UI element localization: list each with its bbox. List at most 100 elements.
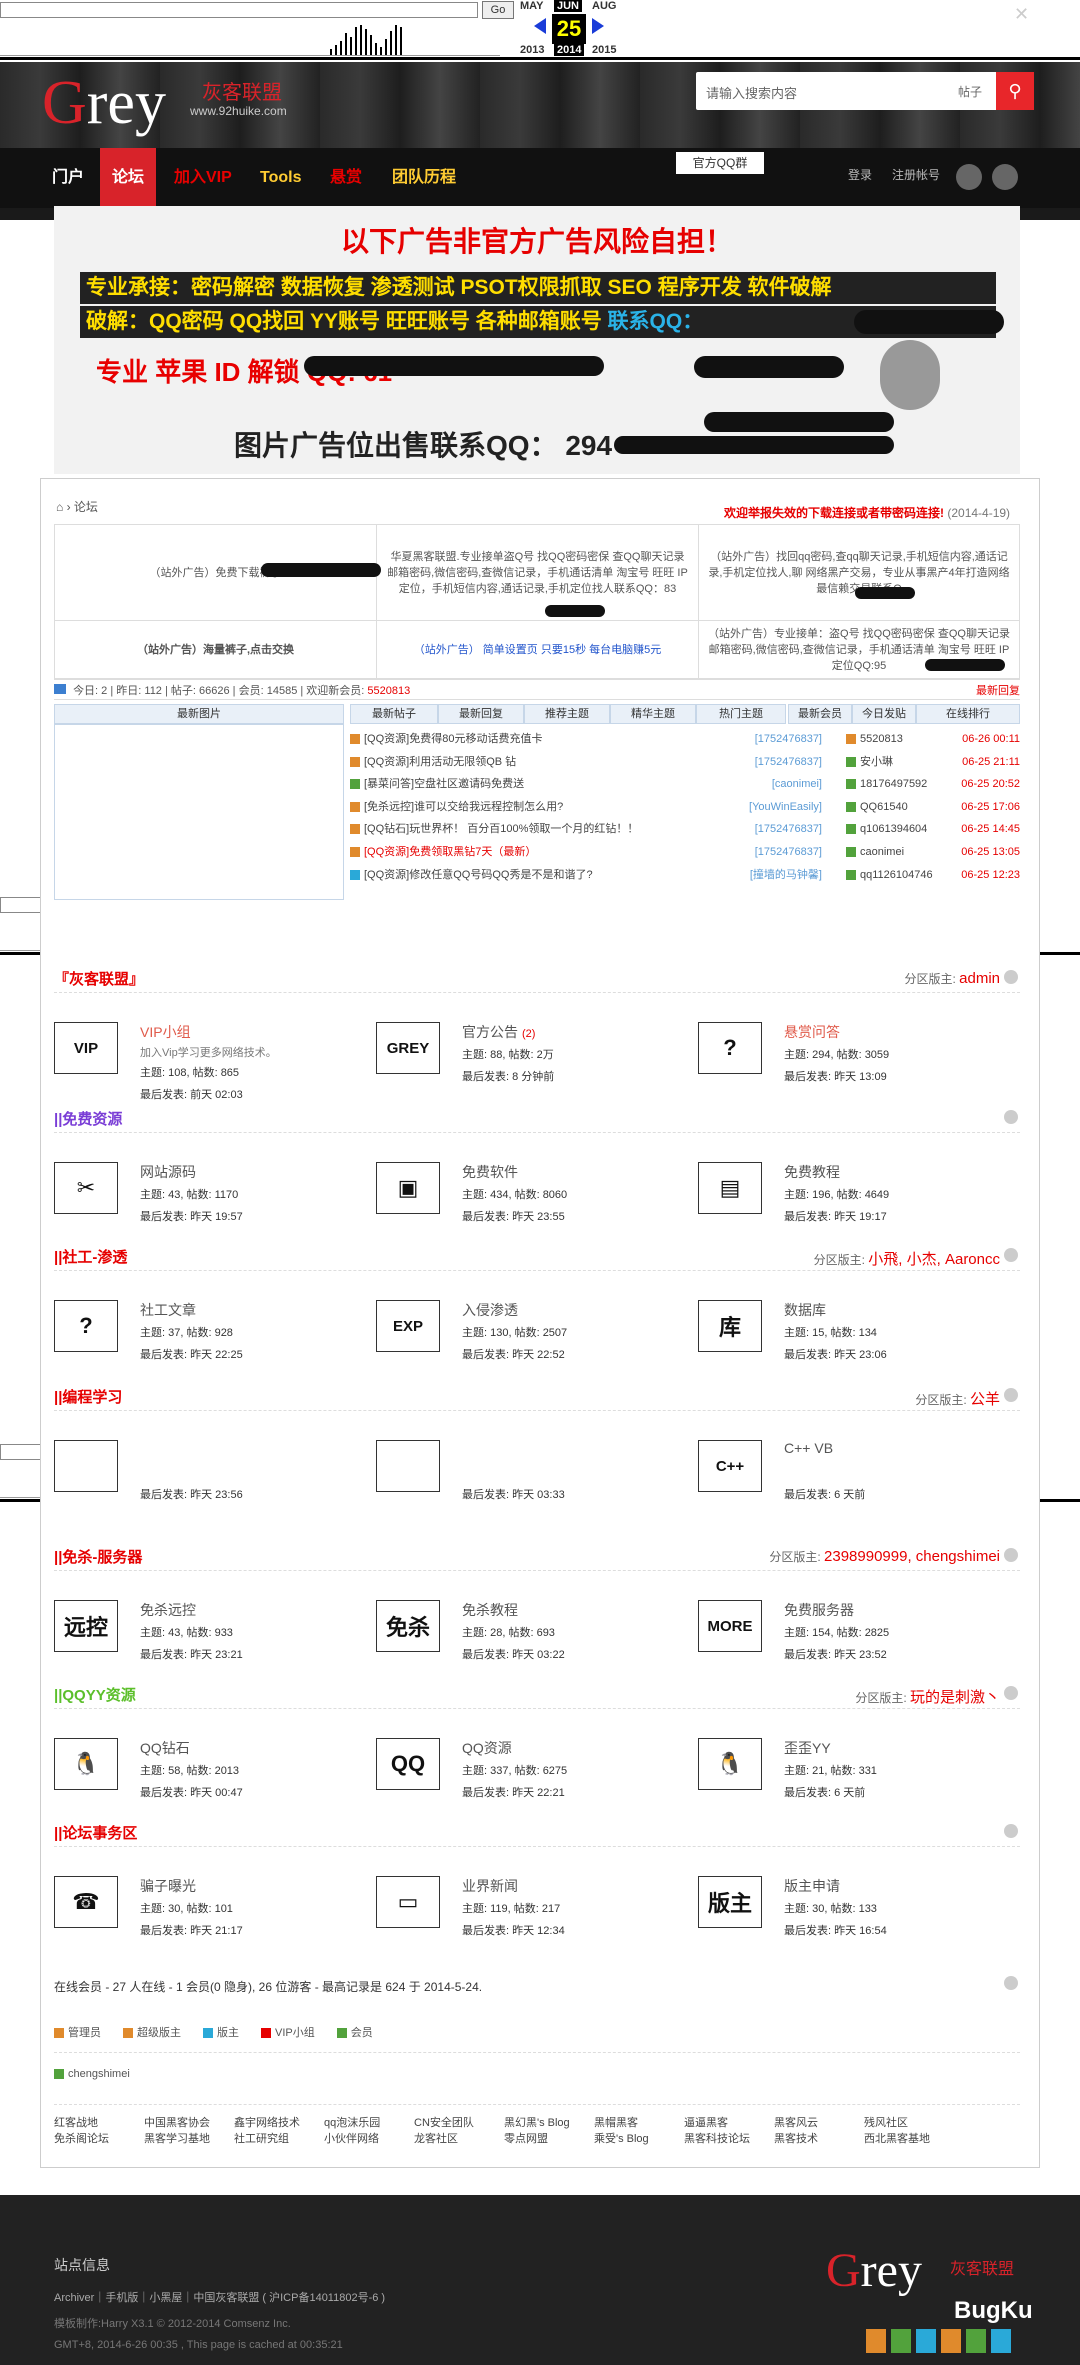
qq-login-icon[interactable] [956, 164, 982, 190]
forum-board[interactable]: 库 数据库 主题: 15, 帖数: 134 最后发表: 昨天 23:06 [698, 1300, 998, 1390]
forum-board[interactable]: 🐧 歪歪YY 主题: 21, 帖数: 331 最后发表: 6 天前 [698, 1738, 998, 1828]
friend-link[interactable]: 黑幻黑's Blog [504, 2114, 570, 2130]
moderator-link[interactable]: 2398990999, chengshimei [824, 1548, 1000, 1565]
moderator-link[interactable]: 小飛, 小杰, Aaroncc [868, 1251, 1000, 1268]
board-icon[interactable]: 版主 [698, 1876, 762, 1928]
collapse-icon[interactable] [1004, 1248, 1018, 1262]
forum-board[interactable]: ✂ 网站源码 主题: 43, 帖数: 1170 最后发表: 昨天 19:57 [54, 1162, 354, 1252]
search-input[interactable]: 请输入搜索内容 [706, 83, 797, 102]
qq-group-button[interactable]: 官方QQ群 [676, 152, 764, 174]
board-icon[interactable] [54, 1440, 118, 1492]
wayback-month[interactable]: MAY [520, 0, 543, 12]
wayback-month[interactable]: JUN [554, 0, 583, 12]
member-row[interactable]: 5520813 06-26 00:11 [846, 728, 1020, 751]
friend-link[interactable]: 红客战地 [54, 2114, 98, 2130]
home-icon[interactable]: ⌂ [56, 500, 63, 514]
board-last-post[interactable]: 最后发表: 昨天 22:52 [462, 1346, 565, 1362]
nav-item[interactable]: 团队历程 [380, 148, 468, 208]
member-row[interactable]: 安小琳 06-25 21:11 [846, 751, 1020, 774]
portal-tab[interactable]: 热门主题 [696, 704, 786, 724]
board-name[interactable]: 免费软件 [462, 1162, 518, 1182]
board-icon[interactable]: ▤ [698, 1162, 762, 1214]
board-last-post[interactable]: 最后发表: 昨天 22:25 [140, 1346, 243, 1362]
board-name[interactable]: VIP小组 [140, 1022, 191, 1042]
board-icon[interactable]: 远控 [54, 1600, 118, 1652]
board-last-post[interactable]: 最后发表: 昨天 19:17 [784, 1208, 887, 1224]
board-name[interactable]: 免杀远控 [140, 1600, 196, 1620]
wayback-go-button[interactable]: Go [482, 1, 514, 19]
member-row[interactable]: 18176497592 06-25 20:52 [846, 773, 1020, 796]
portal-tab[interactable]: 最新会员 [788, 704, 852, 724]
close-icon[interactable]: ✕ [1014, 4, 1029, 25]
portal-tab[interactable]: 今日发贴 [852, 704, 916, 724]
portal-tab[interactable]: 精华主题 [610, 704, 696, 724]
board-icon[interactable]: MORE [698, 1600, 762, 1652]
forum-board[interactable]: C++ C++ VB 最后发表: 6 天前 [698, 1440, 998, 1530]
board-name[interactable]: 官方公告 (2) [462, 1022, 535, 1042]
board-last-post[interactable]: 最后发表: 昨天 21:17 [140, 1922, 243, 1938]
forum-board[interactable]: 远控 免杀远控 主题: 43, 帖数: 933 最后发表: 昨天 23:21 [54, 1600, 354, 1690]
friend-link[interactable]: qq泡沫乐园 [324, 2114, 380, 2130]
friend-link[interactable]: 黑客技术 [774, 2130, 818, 2146]
wayback-year[interactable]: 2014 [554, 44, 585, 56]
section-title[interactable]: 『灰客联盟』 [54, 968, 144, 989]
forum-board[interactable]: 版主 版主申请 主题: 30, 帖数: 133 最后发表: 昨天 16:54 [698, 1876, 998, 1966]
board-name[interactable]: 网站源码 [140, 1162, 196, 1182]
portal-tab[interactable]: 最新帖子 [350, 704, 438, 724]
footer-links[interactable]: Archiver｜手机版｜小黑屋｜中国灰客联盟 ( 沪ICP备14011802号… [54, 2289, 385, 2305]
board-name[interactable]: 业界新闻 [462, 1876, 518, 1896]
search-box[interactable]: 请输入搜索内容 帖子 ⚲ [696, 72, 1034, 110]
collapse-icon[interactable] [1004, 1976, 1018, 1990]
board-icon[interactable]: ☎ [54, 1876, 118, 1928]
register-link[interactable]: 注册帐号 [892, 166, 940, 183]
board-name[interactable]: 社工文章 [140, 1300, 196, 1320]
forum-board[interactable]: ▤ 免费教程 主题: 196, 帖数: 4649 最后发表: 昨天 19:17 [698, 1162, 998, 1252]
weibo-login-icon[interactable] [992, 164, 1018, 190]
friend-link[interactable]: 小伙伴网络 [324, 2130, 379, 2146]
forum-board[interactable]: 最后发表: 昨天 03:33 [376, 1440, 676, 1530]
friend-link[interactable]: 龙客社区 [414, 2130, 458, 2146]
section-title[interactable]: ||QQYY资源 [54, 1684, 136, 1705]
board-last-post[interactable]: 最后发表: 昨天 12:34 [462, 1922, 565, 1938]
search-type-select[interactable]: 帖子 [958, 83, 982, 100]
forum-board[interactable]: ▭ 业界新闻 主题: 119, 帖数: 217 最后发表: 昨天 12:34 [376, 1876, 676, 1966]
ad-banner[interactable]: 以下广告非官方广告风险自担！ 专业承接：密码解密 数据恢复 渗透测试 PSOT权… [54, 206, 1020, 474]
board-last-post[interactable]: 最后发表: 8 分钟前 [462, 1068, 554, 1084]
thread-row[interactable]: [QQ资源]利用活动无限领QB 钻 [1752476837] [350, 751, 822, 774]
newest-member-link[interactable]: 5520813 [367, 685, 410, 697]
site-logo[interactable]: Grey [42, 68, 166, 139]
moderator-link[interactable]: 玩的是刺激丶 [910, 1689, 1000, 1706]
friend-link[interactable]: 西北黑客基地 [864, 2130, 930, 2146]
breadcrumb[interactable]: ⌂ › 论坛 [56, 498, 98, 515]
friend-link[interactable]: 鑫宇网络技术 [234, 2114, 300, 2130]
board-icon[interactable]: ▣ [376, 1162, 440, 1214]
moderator-link[interactable]: admin [959, 970, 1000, 987]
forum-board[interactable]: ? 社工文章 主题: 37, 帖数: 928 最后发表: 昨天 22:25 [54, 1300, 354, 1390]
thread-row[interactable]: [免杀远控]谁可以交给我远程控制怎么用? [YouWinEasily] [350, 796, 822, 819]
wayback-year[interactable]: 2013 [520, 44, 544, 56]
friend-link[interactable]: 黑客学习基地 [144, 2130, 210, 2146]
collapse-icon[interactable] [1004, 1686, 1018, 1700]
board-icon[interactable]: ▭ [376, 1876, 440, 1928]
portal-tab[interactable]: 最新回复 [438, 704, 524, 724]
board-last-post[interactable]: 最后发表: 昨天 23:56 [140, 1486, 243, 1502]
board-icon[interactable]: EXP [376, 1300, 440, 1352]
forum-board[interactable]: QQ QQ资源 主题: 337, 帖数: 6275 最后发表: 昨天 22:21 [376, 1738, 676, 1828]
board-last-post[interactable]: 最后发表: 昨天 23:55 [462, 1208, 565, 1224]
section-title[interactable]: ||免费资源 [54, 1108, 122, 1129]
board-last-post[interactable]: 最后发表: 前天 02:03 [140, 1086, 243, 1102]
site-ad-cell[interactable]: （站外广告）找回qq密码,查qq聊天记录,手机短信内容,通话记录,手机定位找人,… [699, 525, 1019, 621]
board-icon[interactable]: ? [54, 1300, 118, 1352]
board-last-post[interactable]: 最后发表: 昨天 23:06 [784, 1346, 887, 1362]
friend-link[interactable]: 中国黑客协会 [144, 2114, 210, 2130]
section-title[interactable]: ||论坛事务区 [54, 1822, 137, 1843]
friend-link[interactable]: 逼逼黑客 [684, 2114, 728, 2130]
friend-link[interactable]: 残风社区 [864, 2114, 908, 2130]
board-icon[interactable]: GREY [376, 1022, 440, 1074]
board-icon[interactable]: QQ [376, 1738, 440, 1790]
board-last-post[interactable]: 最后发表: 昨天 23:52 [784, 1646, 887, 1662]
board-name[interactable]: 免费服务器 [784, 1600, 854, 1620]
nav-item[interactable]: 悬赏 [318, 148, 374, 208]
board-icon[interactable]: 库 [698, 1300, 762, 1352]
board-last-post[interactable]: 最后发表: 6 天前 [784, 1486, 865, 1502]
